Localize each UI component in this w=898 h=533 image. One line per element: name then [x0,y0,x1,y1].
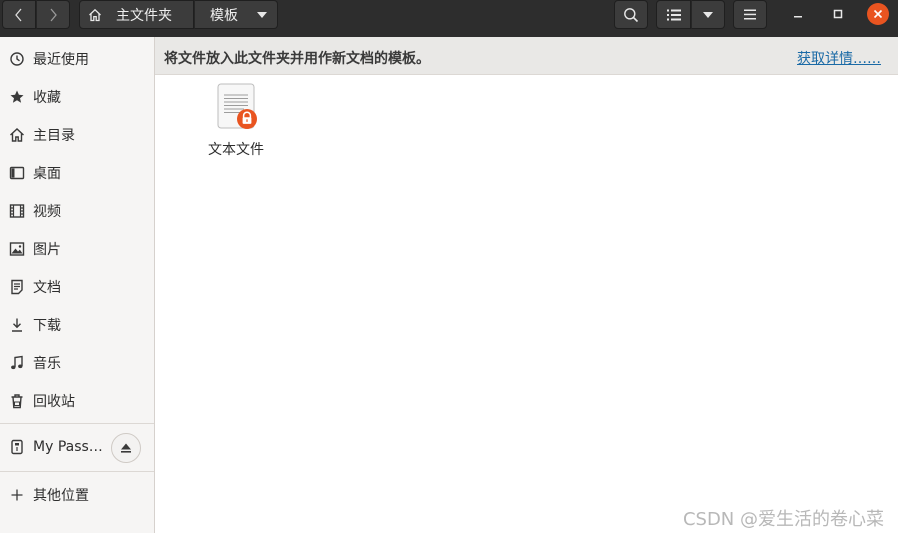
sidebar-item-label: 下载 [33,318,61,334]
chevron-left-icon [15,8,22,21]
star-icon [9,89,25,105]
forward-button[interactable] [36,0,70,29]
plus-icon [9,487,25,503]
sidebar-item-label: 最近使用 [33,52,89,68]
desktop-icon [9,165,25,181]
sidebar-item-label: 桌面 [33,166,61,182]
sidebar-item-other-locations[interactable]: 其他位置 [0,477,154,513]
sidebar: 最近使用 收藏 主目录 桌面 视频 图片 文档 下载 音乐 回收站 My Pas… [0,37,155,533]
sidebar-item-videos[interactable]: 视频 [0,193,154,229]
search-button[interactable] [614,0,648,29]
hamburger-menu-icon [744,9,756,20]
main-menu-button[interactable] [733,0,767,29]
list-view-icon [666,9,681,20]
document-icon [9,279,25,295]
search-icon [624,7,639,22]
sidebar-item-home[interactable]: 主目录 [0,117,154,153]
caret-down-icon [257,12,267,18]
sidebar-divider [0,423,154,424]
close-button[interactable] [867,3,889,25]
sidebar-item-trash[interactable]: 回收站 [0,383,154,419]
sidebar-item-label: 其他位置 [33,488,89,504]
clock-icon [9,51,25,67]
close-icon [873,9,883,19]
learn-more-link[interactable]: 获取详情…… [797,48,881,68]
breadcrumb-home[interactable]: 主文件夹 [79,0,194,29]
file-view[interactable]: 文本文件 [155,75,898,533]
film-icon [9,203,25,219]
sidebar-item-label: My Pass… [33,439,103,455]
view-list-button[interactable] [656,0,691,29]
sidebar-item-music[interactable]: 音乐 [0,345,154,381]
sidebar-item-desktop[interactable]: 桌面 [0,155,154,191]
sidebar-item-label: 文档 [33,280,61,296]
header-bar: 主文件夹 模板 [0,0,898,37]
maximize-icon [833,9,843,19]
maximize-button[interactable] [827,3,849,25]
sidebar-item-label: 主目录 [33,128,75,144]
home-icon [9,127,25,143]
eject-icon [121,443,131,453]
sidebar-item-starred[interactable]: 收藏 [0,79,154,115]
watermark: CSDN @爱生活的卷心菜 [682,509,884,530]
info-bar: 将文件放入此文件夹并用作新文档的模板。 获取详情…… [155,37,898,75]
minimize-icon [794,16,802,18]
music-icon [9,355,25,371]
usb-drive-icon [9,439,25,455]
sidebar-item-recent[interactable]: 最近使用 [0,41,154,77]
breadcrumb-current[interactable]: 模板 [194,0,278,29]
eject-button[interactable] [111,433,141,463]
view-options-button[interactable] [691,0,725,29]
sidebar-item-label: 音乐 [33,356,61,372]
file-item[interactable]: 文本文件 [197,81,275,161]
breadcrumb-current-label: 模板 [210,7,238,24]
sidebar-item-pictures[interactable]: 图片 [0,231,154,267]
sidebar-item-label: 回收站 [33,394,75,410]
download-icon [9,317,25,333]
home-icon [89,8,101,21]
sidebar-divider [0,471,154,472]
minimize-button[interactable] [787,3,809,25]
caret-down-icon [703,11,713,18]
image-icon [9,241,25,257]
sidebar-item-label: 收藏 [33,90,61,106]
sidebar-item-downloads[interactable]: 下载 [0,307,154,343]
text-file-locked-icon [216,83,257,131]
back-button[interactable] [2,0,36,29]
sidebar-item-documents[interactable]: 文档 [0,269,154,305]
info-message: 将文件放入此文件夹并用作新文档的模板。 [164,51,430,67]
breadcrumb-home-label: 主文件夹 [116,7,172,24]
sidebar-item-label: 视频 [33,204,61,220]
file-name: 文本文件 [208,142,264,158]
trash-icon [9,393,25,409]
sidebar-item-label: 图片 [33,242,61,258]
chevron-right-icon [50,8,57,21]
